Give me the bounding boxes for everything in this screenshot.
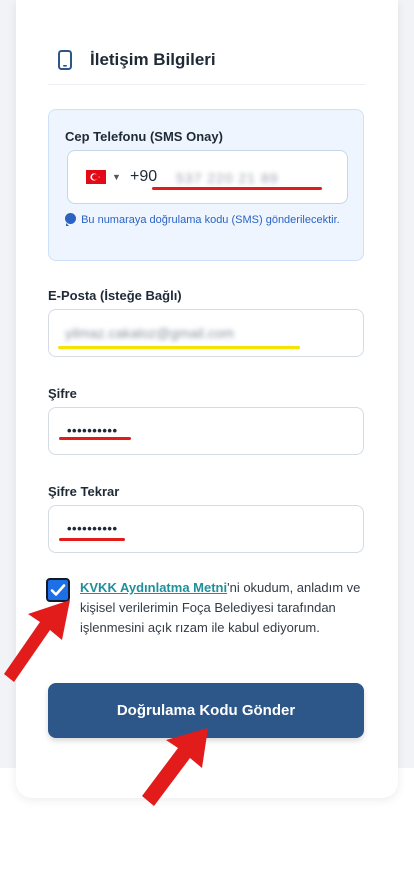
dial-code: +90 [130, 168, 158, 185]
turkey-flag-icon[interactable] [86, 170, 106, 184]
password-repeat-label: Şifre Tekrar [48, 484, 120, 499]
kvkk-link[interactable]: KVKK Aydınlatma Metni [80, 580, 227, 595]
chat-bubble-icon [65, 213, 76, 226]
red-annotation-underline [59, 437, 131, 440]
email-input[interactable]: yilmaz.cakaloz@gmail.com [48, 309, 364, 357]
yellow-annotation-underline [58, 346, 300, 349]
section-header: İletişim Bilgileri [40, 48, 216, 72]
red-arrow-annotation-icon [142, 728, 208, 806]
password-repeat-value: •••••••••• [67, 521, 118, 536]
red-arrow-annotation-icon [4, 600, 70, 682]
country-dropdown-caret-icon[interactable]: ▼ [112, 169, 121, 185]
smartphone-icon [58, 50, 72, 70]
sms-hint-text: Bu numaraya doğrulama kodu (SMS) gönderi… [81, 214, 340, 226]
email-label: E-Posta (İsteğe Bağlı) [48, 288, 182, 303]
section-title: İletişim Bilgileri [90, 50, 216, 69]
red-annotation-underline [59, 538, 125, 541]
email-value: yilmaz.cakaloz@gmail.com [65, 325, 235, 341]
password-input[interactable]: •••••••••• [48, 407, 364, 455]
red-annotation-underline [152, 187, 322, 190]
sms-verification-panel: Cep Telefonu (SMS Onay) ▼ +90 537 220 21… [48, 109, 364, 261]
password-label: Şifre [48, 386, 77, 401]
sms-hint: Bu numaraya doğrulama kodu (SMS) gönderi… [65, 212, 345, 228]
password-repeat-input[interactable]: •••••••••• [48, 505, 364, 553]
phone-label: Cep Telefonu (SMS Onay) [65, 129, 223, 144]
phone-input[interactable]: ▼ +90 537 220 21 89 [67, 150, 348, 204]
section-divider [48, 84, 366, 85]
consent-text: KVKK Aydınlatma Metni'ni okudum, anladım… [80, 578, 370, 638]
phone-number-value: 537 220 21 89 [176, 170, 279, 186]
